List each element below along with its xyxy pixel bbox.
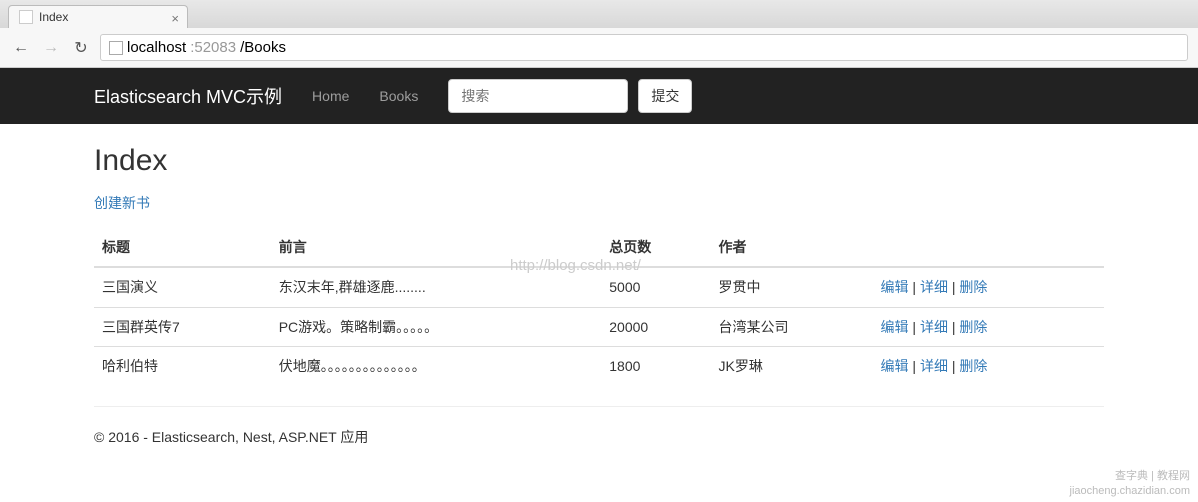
brand-label[interactable]: Elasticsearch MVC示例: [94, 68, 297, 124]
app-navbar: Elasticsearch MVC示例 Home Books 提交: [0, 68, 1198, 124]
cell-pages: 5000: [601, 267, 710, 307]
divider: [94, 406, 1104, 407]
edit-link[interactable]: 编辑: [881, 319, 909, 335]
cell-preface: 伏地魔。。。。。。。。。。。。。。: [271, 347, 602, 386]
cell-title: 三国群英传7: [94, 307, 271, 346]
nav-link-books[interactable]: Books: [364, 73, 433, 119]
page-icon: [109, 41, 123, 55]
col-actions: [873, 228, 1104, 267]
cell-author: JK罗琳: [711, 347, 873, 386]
details-link[interactable]: 详细: [920, 279, 948, 295]
table-row: 哈利伯特伏地魔。。。。。。。。。。。。。。1800JK罗琳编辑 | 详细 | 删…: [94, 347, 1104, 386]
address-bar[interactable]: localhost:52083/Books: [100, 34, 1188, 61]
books-table: 标题 前言 总页数 作者 三国演义东汉末年,群雄逐鹿........5000罗贯…: [94, 228, 1104, 386]
page-title: Index: [94, 144, 1104, 178]
nav-link-home[interactable]: Home: [297, 73, 364, 119]
nav-toolbar: ← → ↻ localhost:52083/Books: [0, 28, 1198, 67]
col-pages: 总页数: [601, 228, 710, 267]
cell-actions: 编辑 | 详细 | 删除: [873, 347, 1104, 386]
cell-preface: PC游戏。策略制霸。。。。。: [271, 307, 602, 346]
cell-author: 台湾某公司: [711, 307, 873, 346]
submit-button[interactable]: 提交: [638, 79, 692, 113]
delete-link[interactable]: 删除: [959, 279, 987, 295]
cell-pages: 1800: [601, 347, 710, 386]
delete-link[interactable]: 删除: [959, 319, 987, 335]
col-title: 标题: [94, 228, 271, 267]
cell-preface: 东汉末年,群雄逐鹿........: [271, 267, 602, 307]
back-button[interactable]: ←: [10, 37, 32, 59]
col-preface: 前言: [271, 228, 602, 267]
tab-title: Index: [39, 10, 68, 24]
nav-links: Home Books: [297, 73, 433, 119]
main-content: Index 创建新书 http://blog.csdn.net/ 标题 前言 总…: [79, 124, 1119, 467]
cell-author: 罗贯中: [711, 267, 873, 307]
close-icon[interactable]: ×: [171, 11, 179, 26]
table-header-row: 标题 前言 总页数 作者: [94, 228, 1104, 267]
cell-pages: 20000: [601, 307, 710, 346]
forward-button[interactable]: →: [40, 37, 62, 59]
browser-tab[interactable]: Index ×: [8, 5, 188, 28]
table-row: 三国演义东汉末年,群雄逐鹿........5000罗贯中编辑 | 详细 | 删除: [94, 267, 1104, 307]
url-host: localhost: [127, 39, 186, 56]
cell-title: 哈利伯特: [94, 347, 271, 386]
cell-actions: 编辑 | 详细 | 删除: [873, 307, 1104, 346]
footer-text: © 2016 - Elasticsearch, Nest, ASP.NET 应用: [94, 427, 1104, 467]
url-path: /Books: [240, 39, 286, 56]
url-port: :52083: [190, 39, 236, 56]
reload-button[interactable]: ↻: [70, 37, 92, 59]
page-watermark: 查字典 | 教程网 jiaocheng.chazidian.com: [1070, 469, 1190, 498]
edit-link[interactable]: 编辑: [881, 358, 909, 374]
details-link[interactable]: 详细: [920, 358, 948, 374]
create-new-link[interactable]: 创建新书: [94, 195, 150, 211]
favicon-icon: [19, 10, 33, 24]
browser-chrome: Index × ← → ↻ localhost:52083/Books: [0, 0, 1198, 68]
search-input[interactable]: [448, 79, 628, 113]
col-author: 作者: [711, 228, 873, 267]
tab-bar: Index ×: [0, 0, 1198, 28]
cell-title: 三国演义: [94, 267, 271, 307]
search-form: 提交: [448, 79, 692, 113]
cell-actions: 编辑 | 详细 | 删除: [873, 267, 1104, 307]
table-row: 三国群英传7PC游戏。策略制霸。。。。。20000台湾某公司编辑 | 详细 | …: [94, 307, 1104, 346]
details-link[interactable]: 详细: [920, 319, 948, 335]
edit-link[interactable]: 编辑: [881, 279, 909, 295]
delete-link[interactable]: 删除: [959, 358, 987, 374]
